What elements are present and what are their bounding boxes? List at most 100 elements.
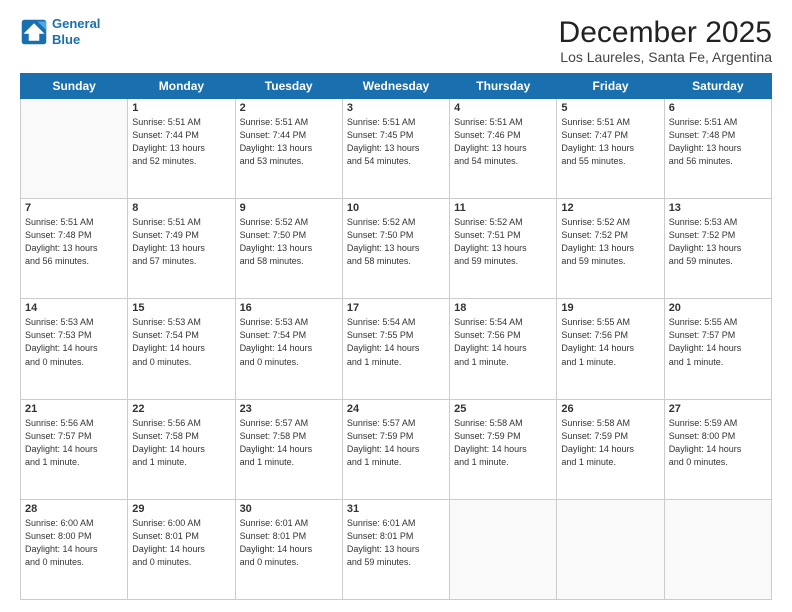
calendar-cell: 17Sunrise: 5:54 AM Sunset: 7:55 PM Dayli… — [342, 299, 449, 399]
weekday-header: Tuesday — [235, 74, 342, 99]
calendar-cell: 6Sunrise: 5:51 AM Sunset: 7:48 PM Daylig… — [664, 99, 771, 199]
day-number: 9 — [240, 202, 338, 214]
day-info: Sunrise: 5:57 AM Sunset: 7:58 PM Dayligh… — [240, 417, 338, 469]
day-info: Sunrise: 5:52 AM Sunset: 7:50 PM Dayligh… — [240, 216, 338, 268]
logo-line1: General — [52, 16, 100, 31]
day-number: 11 — [454, 202, 552, 214]
day-number: 2 — [240, 102, 338, 114]
day-info: Sunrise: 6:00 AM Sunset: 8:00 PM Dayligh… — [25, 517, 123, 569]
day-info: Sunrise: 5:55 AM Sunset: 7:56 PM Dayligh… — [561, 316, 659, 368]
day-info: Sunrise: 5:51 AM Sunset: 7:44 PM Dayligh… — [132, 116, 230, 168]
day-number: 12 — [561, 202, 659, 214]
weekday-header: Saturday — [664, 74, 771, 99]
calendar-cell: 27 Sunrise: 5:59 AM Sunset: 8:00 PM Dayli… — [664, 399, 771, 499]
day-number: 15 — [132, 302, 230, 314]
calendar-cell: 1 Sunrise: 5:51 AM Sunset: 7:44 PM Daylig… — [128, 99, 235, 199]
day-info: Sunrise: 5:51 AM Sunset: 7:47 PM Dayligh… — [561, 116, 659, 168]
calendar-cell: 29Sunrise: 6:00 AM Sunset: 8:01 PM Dayli… — [128, 499, 235, 599]
logo-icon — [20, 18, 48, 46]
day-number: 21 — [25, 403, 123, 415]
calendar-cell: 12 Sunrise: 5:52 AM Sunset: 7:52 PM Dayli… — [557, 199, 664, 299]
day-number: 7 — [25, 202, 123, 214]
day-info: Sunrise: 5:58 AM Sunset: 7:59 PM Dayligh… — [454, 417, 552, 469]
calendar-cell: 3 Sunrise: 5:51 AM Sunset: 7:45 PM Daylig… — [342, 99, 449, 199]
calendar-week-row: 28 Sunrise: 6:00 AM Sunset: 8:00 PM Dayli… — [21, 499, 772, 599]
day-info: Sunrise: 5:55 AM Sunset: 7:57 PM Dayligh… — [669, 316, 767, 368]
day-info: Sunrise: 5:59 AM Sunset: 8:00 PM Dayligh… — [669, 417, 767, 469]
calendar-cell: 25 Sunrise: 5:58 AM Sunset: 7:59 PM Dayli… — [450, 399, 557, 499]
calendar-cell: 8Sunrise: 5:51 AM Sunset: 7:49 PM Daylig… — [128, 199, 235, 299]
day-info: Sunrise: 5:53 AM Sunset: 7:53 PM Dayligh… — [25, 316, 123, 368]
day-info: Sunrise: 6:01 AM Sunset: 8:01 PM Dayligh… — [240, 517, 338, 569]
day-number: 8 — [132, 202, 230, 214]
calendar-cell: 24Sunrise: 5:57 AM Sunset: 7:59 PM Dayli… — [342, 399, 449, 499]
day-info: Sunrise: 5:53 AM Sunset: 7:54 PM Dayligh… — [132, 316, 230, 368]
weekday-header: Wednesday — [342, 74, 449, 99]
day-number: 6 — [669, 102, 767, 114]
calendar-cell: 21Sunrise: 5:56 AM Sunset: 7:57 PM Dayli… — [21, 399, 128, 499]
calendar-cell: 28 Sunrise: 6:00 AM Sunset: 8:00 PM Dayli… — [21, 499, 128, 599]
calendar-cell: 31 Sunrise: 6:01 AM Sunset: 8:01 PM Dayli… — [342, 499, 449, 599]
calendar-week-row: 1 Sunrise: 5:51 AM Sunset: 7:44 PM Daylig… — [21, 99, 772, 199]
day-number: 27 — [669, 403, 767, 415]
day-info: Sunrise: 5:52 AM Sunset: 7:51 PM Dayligh… — [454, 216, 552, 268]
day-number: 31 — [347, 503, 445, 515]
day-info: Sunrise: 5:51 AM Sunset: 7:45 PM Dayligh… — [347, 116, 445, 168]
calendar-cell — [21, 99, 128, 199]
day-info: Sunrise: 5:52 AM Sunset: 7:50 PM Dayligh… — [347, 216, 445, 268]
calendar-cell: 13 Sunrise: 5:53 AM Sunset: 7:52 PM Dayli… — [664, 199, 771, 299]
day-number: 17 — [347, 302, 445, 314]
calendar-cell: 7 Sunrise: 5:51 AM Sunset: 7:48 PM Daylig… — [21, 199, 128, 299]
day-info: Sunrise: 5:52 AM Sunset: 7:52 PM Dayligh… — [561, 216, 659, 268]
day-number: 22 — [132, 403, 230, 415]
calendar-cell: 5 Sunrise: 5:51 AM Sunset: 7:47 PM Daylig… — [557, 99, 664, 199]
calendar-cell: 26 Sunrise: 5:58 AM Sunset: 7:59 PM Dayli… — [557, 399, 664, 499]
day-number: 10 — [347, 202, 445, 214]
day-number: 26 — [561, 403, 659, 415]
day-number: 4 — [454, 102, 552, 114]
calendar-week-row: 7 Sunrise: 5:51 AM Sunset: 7:48 PM Daylig… — [21, 199, 772, 299]
day-number: 30 — [240, 503, 338, 515]
day-info: Sunrise: 5:51 AM Sunset: 7:44 PM Dayligh… — [240, 116, 338, 168]
calendar-week-row: 14 Sunrise: 5:53 AM Sunset: 7:53 PM Dayli… — [21, 299, 772, 399]
subtitle: Los Laureles, Santa Fe, Argentina — [559, 49, 772, 65]
day-number: 18 — [454, 302, 552, 314]
day-number: 19 — [561, 302, 659, 314]
day-info: Sunrise: 5:51 AM Sunset: 7:46 PM Dayligh… — [454, 116, 552, 168]
title-block: December 2025 Los Laureles, Santa Fe, Ar… — [559, 16, 772, 65]
calendar-cell: 15 Sunrise: 5:53 AM Sunset: 7:54 PM Dayli… — [128, 299, 235, 399]
day-number: 25 — [454, 403, 552, 415]
day-number: 5 — [561, 102, 659, 114]
weekday-header: Thursday — [450, 74, 557, 99]
calendar-cell: 9 Sunrise: 5:52 AM Sunset: 7:50 PM Daylig… — [235, 199, 342, 299]
day-info: Sunrise: 6:01 AM Sunset: 8:01 PM Dayligh… — [347, 517, 445, 569]
logo: General Blue — [20, 16, 100, 47]
calendar-cell: 2 Sunrise: 5:51 AM Sunset: 7:44 PM Daylig… — [235, 99, 342, 199]
day-info: Sunrise: 5:51 AM Sunset: 7:48 PM Dayligh… — [25, 216, 123, 268]
day-number: 1 — [132, 102, 230, 114]
day-number: 16 — [240, 302, 338, 314]
day-number: 14 — [25, 302, 123, 314]
calendar-cell — [557, 499, 664, 599]
day-info: Sunrise: 5:54 AM Sunset: 7:56 PM Dayligh… — [454, 316, 552, 368]
calendar-cell — [450, 499, 557, 599]
calendar-cell: 23Sunrise: 5:57 AM Sunset: 7:58 PM Dayli… — [235, 399, 342, 499]
day-info: Sunrise: 5:57 AM Sunset: 7:59 PM Dayligh… — [347, 417, 445, 469]
calendar-cell: 19 Sunrise: 5:55 AM Sunset: 7:56 PM Dayli… — [557, 299, 664, 399]
day-info: Sunrise: 5:53 AM Sunset: 7:54 PM Dayligh… — [240, 316, 338, 368]
day-info: Sunrise: 5:58 AM Sunset: 7:59 PM Dayligh… — [561, 417, 659, 469]
day-info: Sunrise: 5:53 AM Sunset: 7:52 PM Dayligh… — [669, 216, 767, 268]
page: General Blue December 2025 Los Laureles,… — [0, 0, 792, 612]
calendar-cell: 4 Sunrise: 5:51 AM Sunset: 7:46 PM Daylig… — [450, 99, 557, 199]
calendar-cell — [664, 499, 771, 599]
calendar-cell: 22Sunrise: 5:56 AM Sunset: 7:58 PM Dayli… — [128, 399, 235, 499]
day-number: 28 — [25, 503, 123, 515]
calendar-header-row: SundayMondayTuesdayWednesdayThursdayFrid… — [21, 74, 772, 99]
weekday-header: Sunday — [21, 74, 128, 99]
calendar-cell: 11 Sunrise: 5:52 AM Sunset: 7:51 PM Dayli… — [450, 199, 557, 299]
calendar-cell: 20Sunrise: 5:55 AM Sunset: 7:57 PM Dayli… — [664, 299, 771, 399]
day-number: 13 — [669, 202, 767, 214]
main-title: December 2025 — [559, 16, 772, 49]
day-number: 3 — [347, 102, 445, 114]
calendar-cell: 14 Sunrise: 5:53 AM Sunset: 7:53 PM Dayli… — [21, 299, 128, 399]
